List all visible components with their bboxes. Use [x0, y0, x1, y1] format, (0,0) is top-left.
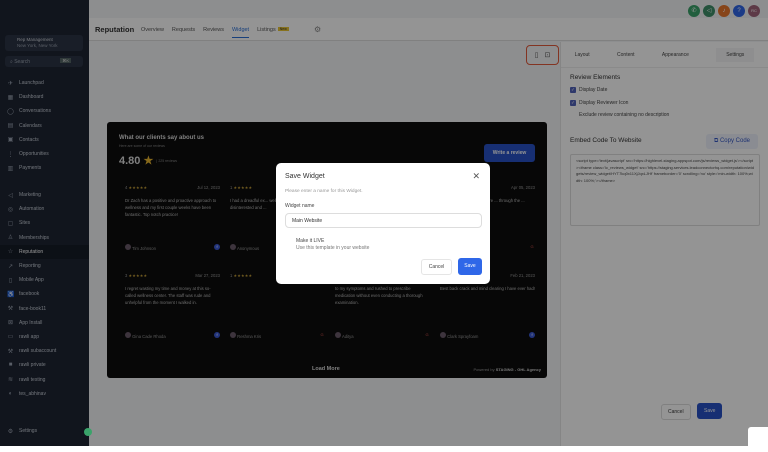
modal-save-button[interactable]: Save	[458, 258, 482, 275]
chat-widget-icon[interactable]	[84, 428, 92, 436]
modal-title: Save Widget	[285, 173, 325, 180]
make-live-description: Use this template in your website	[296, 245, 370, 251]
modal-cancel-button[interactable]: Cancel	[421, 259, 452, 275]
corner-panel	[748, 427, 768, 446]
widget-name-input[interactable]: Main Website	[285, 213, 482, 228]
close-icon[interactable]: ✕	[472, 171, 480, 182]
save-widget-modal: Save Widget ✕ Please enter a name for th…	[276, 163, 490, 284]
make-live-toggle[interactable]: Make it LIVE Use this template in your w…	[296, 238, 369, 252]
widget-name-label: Widget name	[285, 203, 315, 209]
modal-description: Please enter a name for this Widget.	[285, 189, 363, 194]
make-live-title: Make it LIVE	[296, 238, 325, 244]
